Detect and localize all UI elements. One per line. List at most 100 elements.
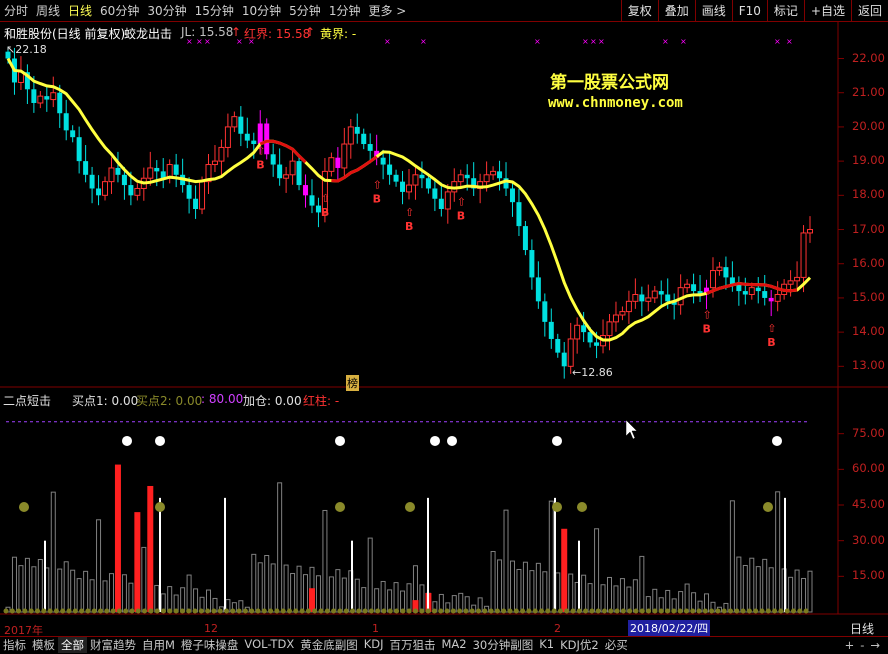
candle-body — [684, 283, 691, 289]
baseline-dot — [104, 608, 110, 614]
candle-body — [457, 174, 464, 183]
baseline-dot — [683, 608, 689, 614]
sub-bar-hollow — [755, 566, 761, 613]
baseline-dot — [709, 608, 715, 614]
nav-button-0[interactable]: + — [845, 637, 855, 654]
sub-tick-4: 15.00 — [852, 568, 885, 583]
bottom-tab-5[interactable]: 橙子味操盘 — [178, 637, 242, 653]
sub-bar-hollow — [419, 584, 425, 613]
top-toolbar: 分时 周线 日线 60分钟 30分钟 15分钟 10分钟 5分钟 1分钟 更多 > 复权 叠加 画线 F… — [0, 0, 888, 22]
baseline-dot — [797, 608, 803, 614]
baseline-dot — [324, 608, 330, 614]
candle-body — [31, 89, 37, 103]
nav-button-2[interactable]: → — [870, 637, 880, 654]
period-tab-8[interactable]: 1分钟 — [329, 2, 361, 19]
candle-body — [70, 130, 76, 138]
baseline-dot — [375, 608, 381, 614]
candle-body — [612, 314, 619, 323]
baseline-dot — [142, 608, 148, 614]
candle-body — [555, 338, 561, 353]
bottom-tabs: 指标 模板 全部 财富趋势 自用M 橙子味操盘 VOL-TDX 黄金底副图 KDJ 百万狙击 MA2… — [0, 636, 888, 653]
bottom-tab-8[interactable]: KDJ — [361, 637, 387, 653]
sub-bar-hollow — [251, 553, 257, 613]
baseline-dot — [387, 608, 393, 614]
period-tab-0[interactable]: 分时 — [4, 2, 28, 19]
bottom-tab-9[interactable]: 百万狙击 — [387, 637, 439, 653]
baseline-dot — [658, 608, 664, 614]
sub-bar-hollow — [270, 563, 276, 613]
period-tab-6[interactable]: 10分钟 — [242, 2, 281, 19]
sub-tick-1: 60.00 — [852, 461, 885, 476]
baseline-dot — [696, 608, 702, 614]
baseline-dot — [564, 608, 570, 614]
baseline-dot — [652, 608, 658, 614]
toolbar-button-4[interactable]: 标记 — [766, 0, 804, 22]
toolbar-button-0[interactable]: 复权 — [620, 0, 658, 22]
bang-badge[interactable]: 榜 — [346, 375, 359, 391]
bottom-tab-12[interactable]: K1 — [536, 637, 557, 653]
baseline-dot — [28, 608, 34, 614]
bottom-tab-11[interactable]: 30分钟副图 — [470, 637, 537, 653]
candle-body — [393, 174, 399, 182]
bottom-tab-10[interactable]: MA2 — [439, 637, 470, 653]
sub-bar-hollow — [529, 570, 535, 613]
bottom-tab-7[interactable]: 黄金底副图 — [297, 637, 361, 653]
top-x-mark: × — [582, 37, 589, 46]
bottom-tab-1[interactable]: 模板 — [29, 637, 58, 653]
period-tab-3[interactable]: 60分钟 — [100, 2, 139, 19]
price-tick-8: 14.00 — [852, 324, 885, 339]
nav-button-1[interactable]: - — [860, 637, 864, 654]
candle-body — [83, 161, 89, 175]
sub-bar-hollow — [167, 586, 173, 613]
bottom-tab-14[interactable]: 必买 — [602, 637, 631, 653]
buy1-dot-4 — [447, 435, 457, 446]
buy2-dot-0 — [19, 502, 29, 512]
period-tab-5[interactable]: 15分钟 — [195, 2, 234, 19]
baseline-dot — [715, 608, 721, 614]
baseline-dot — [413, 608, 418, 614]
sub-bar-red-0 — [114, 464, 121, 612]
bottom-tab-6[interactable]: VOL-TDX — [241, 637, 297, 653]
sub-bar-hollow — [516, 568, 522, 613]
buy2-dot-6 — [763, 502, 773, 512]
candle-body — [787, 280, 794, 285]
sub-bar-hollow — [509, 560, 515, 613]
eighty-value: : 80.00 — [201, 392, 244, 406]
sub-bar-hollow — [57, 568, 63, 613]
bottom-tab-4[interactable]: 自用M — [139, 637, 178, 653]
period-tab-1[interactable]: 周线 — [36, 2, 60, 19]
toolbar-button-2[interactable]: 画线 — [694, 0, 732, 22]
bottom-tab-13[interactable]: KDJ优2 — [557, 637, 602, 653]
bottom-tab-list: 指标 模板 全部 财富趋势 自用M 橙子味操盘 VOL-TDX 黄金底副图 KDJ 百万狙击 MA2… — [0, 637, 631, 653]
price-tick-4: 18.00 — [852, 187, 885, 202]
baseline-dot — [576, 608, 582, 614]
candle-body — [516, 202, 522, 227]
baseline-dot — [318, 608, 324, 614]
baseline-dot — [167, 608, 173, 614]
toolbar-button-1[interactable]: 叠加 — [657, 0, 695, 22]
period-tab-7[interactable]: 5分钟 — [289, 2, 321, 19]
baseline-dot — [570, 608, 576, 614]
bottom-tab-2[interactable]: 全部 — [58, 637, 87, 653]
toolbar-button-6[interactable]: 返回 — [850, 0, 888, 22]
period-tab-9[interactable]: 更多 > — [368, 2, 406, 19]
period-tab-2[interactable]: 日线 — [68, 2, 92, 19]
sub-bar-hollow — [257, 562, 263, 613]
baseline-dot — [293, 608, 299, 614]
candle-body — [677, 287, 684, 306]
sub-bar-hollow — [31, 566, 37, 613]
baseline-dot — [425, 608, 431, 614]
baseline-dot — [507, 608, 513, 614]
candle-body — [128, 185, 134, 196]
candle-body — [529, 250, 535, 278]
candle-body — [354, 126, 360, 134]
baseline-dot — [217, 608, 223, 614]
bottom-tab-3[interactable]: 财富趋势 — [87, 637, 139, 653]
bottom-tab-0[interactable]: 指标 — [0, 637, 29, 653]
baseline-dot — [419, 608, 425, 614]
main-chart[interactable]: ⇧B⇧B⇧B⇧B⇧B⇧B ⇧B× × × × × × × × × × × × × × × — [0, 22, 888, 636]
period-tab-4[interactable]: 30分钟 — [147, 2, 186, 19]
baseline-dot — [791, 608, 796, 614]
toolbar-button-5[interactable]: +自选 — [803, 0, 851, 22]
toolbar-button-3[interactable]: F10 — [731, 0, 767, 22]
